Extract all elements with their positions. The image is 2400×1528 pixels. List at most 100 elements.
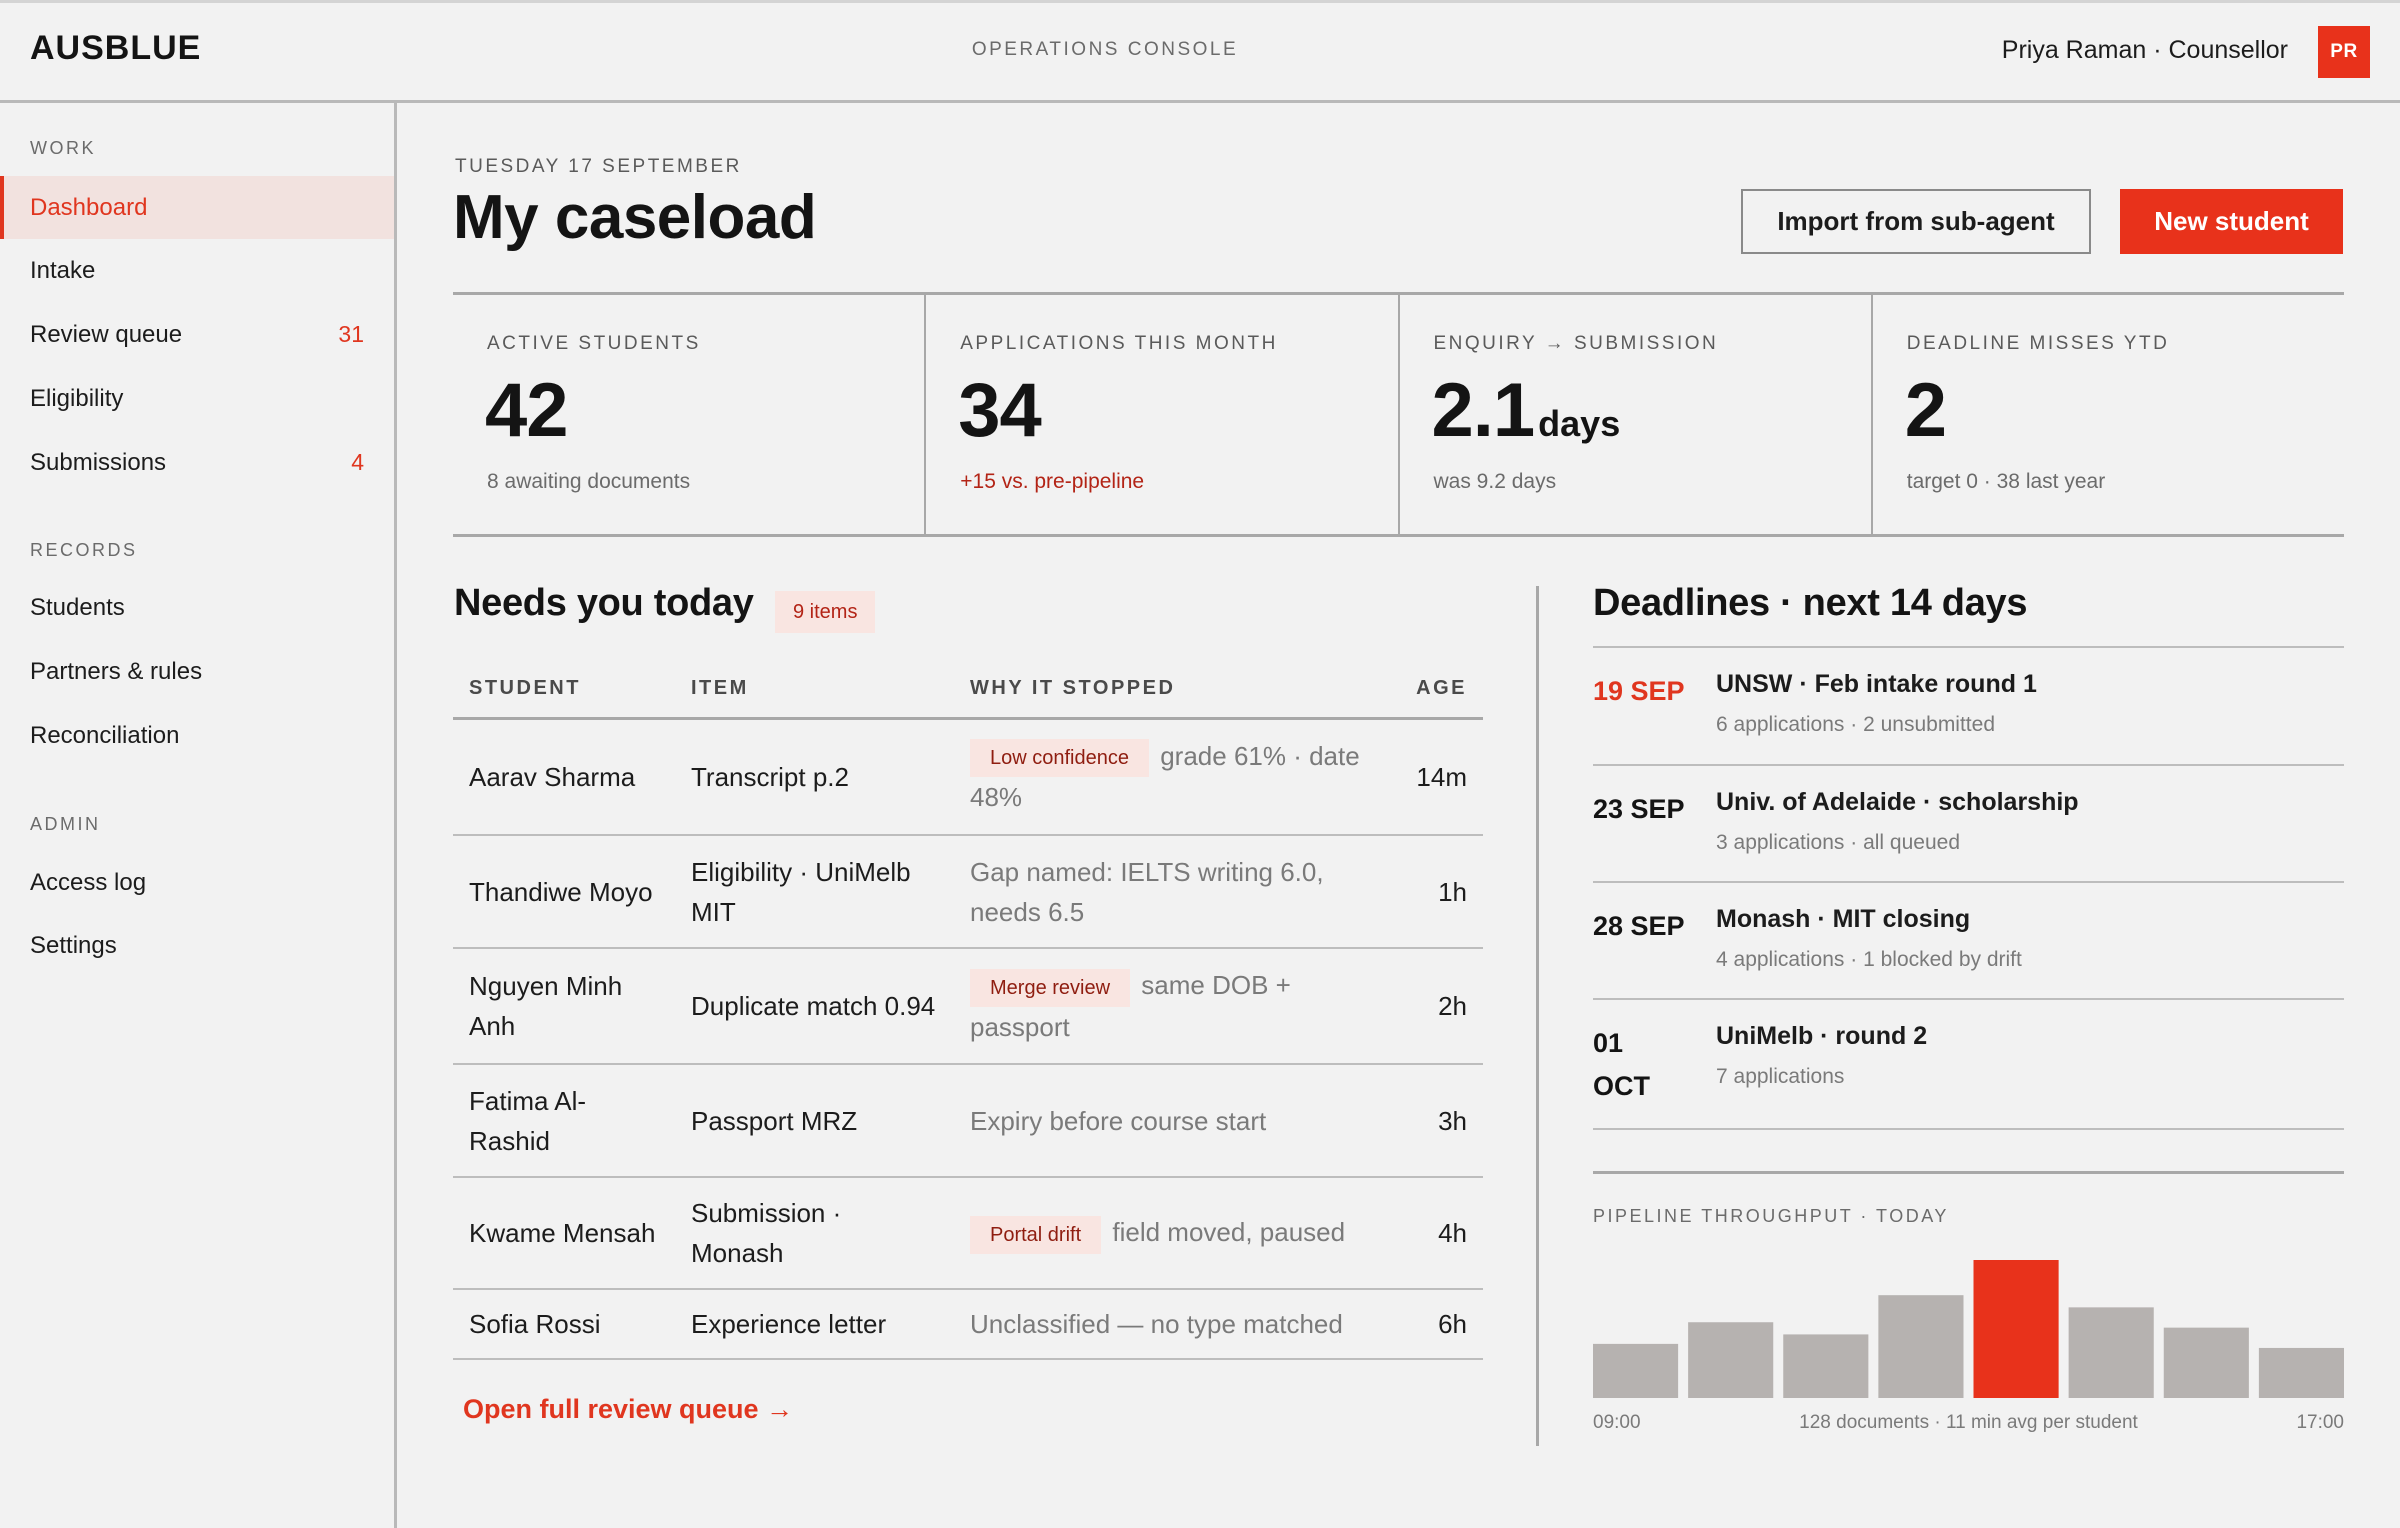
deadline-name: Univ. of Adelaide · scholarship — [1716, 788, 2079, 816]
status-tag: Low confidence — [970, 739, 1149, 778]
throughput-end-time: 17:00 — [2296, 1412, 2344, 1433]
kpi-applications-this-month: APPLICATIONS THIS MONTH 34 +15 vs. pre-p… — [926, 295, 1400, 534]
kpi-value: 2.1 days — [1431, 368, 1621, 453]
kpi-sub: +15 vs. pre-pipeline — [960, 470, 1145, 493]
deadline-meta: 3 applications · all queued — [1716, 831, 1961, 854]
throughput-label: PIPELINE THROUGHPUT · TODAY — [1593, 1206, 1949, 1226]
deadline-name: UNSW · Feb intake round 1 — [1716, 670, 2037, 698]
table-row[interactable]: Fatima Al-Rashid Passport MRZ Expiry bef… — [453, 1064, 1483, 1178]
column-header-student[interactable]: STUDENT — [453, 660, 675, 720]
sidebar-item-label: Intake — [30, 256, 96, 284]
sidebar-item-eligibility[interactable]: Eligibility — [0, 367, 394, 430]
status-tag: Portal drift — [970, 1215, 1102, 1254]
student-cell: Sofia Rossi — [453, 1289, 675, 1360]
kpi-value: 34 — [958, 368, 1042, 453]
table-row[interactable]: Aarav Sharma Transcript p.2 Low confiden… — [453, 718, 1483, 836]
age-cell: 6h — [1400, 1289, 1483, 1360]
why-cell: Low confidence grade 61% · date 48% — [954, 718, 1400, 836]
column-header-age[interactable]: AGE — [1400, 660, 1483, 720]
deadline-item[interactable]: 23 SEP Univ. of Adelaide · scholarship 3… — [1593, 766, 2344, 883]
page-title: My caseload — [453, 183, 817, 252]
item-cell: Eligibility · UniMelb MIT — [675, 835, 954, 949]
sidebar-item-submissions[interactable]: Submissions 4 — [0, 431, 394, 494]
table-row[interactable]: Nguyen Minh Anh Duplicate match 0.94 Mer… — [453, 948, 1483, 1065]
sidebar-item-settings[interactable]: Settings — [0, 914, 394, 977]
avatar[interactable]: PR — [2318, 26, 2370, 78]
table-row[interactable]: Kwame Mensah Submission · Monash Portal … — [453, 1177, 1483, 1290]
age-cell: 14m — [1400, 718, 1483, 836]
import-from-sub-agent-button[interactable]: Import from sub-agent — [1741, 189, 2091, 254]
table-row[interactable]: Thandiwe Moyo Eligibility · UniMelb MIT … — [453, 835, 1483, 949]
age-cell: 3h — [1400, 1064, 1483, 1178]
sidebar-item-access-log[interactable]: Access log — [0, 851, 394, 914]
why-cell: Expiry before course start — [954, 1064, 1400, 1178]
sidebar-item-partners-rules[interactable]: Partners & rules — [0, 640, 394, 703]
deadline-item[interactable]: 28 SEP Monash · MIT closing 4 applicatio… — [1593, 883, 2344, 1000]
column-divider — [1536, 586, 1539, 1446]
new-student-button[interactable]: New student — [2120, 189, 2343, 254]
sidebar-item-label: Students — [30, 593, 125, 621]
throughput-divider — [1593, 1171, 2344, 1174]
deadline-item[interactable]: 01 OCT UniMelb · round 2 7 applications — [1593, 1000, 2344, 1130]
sidebar-item-label: Settings — [30, 931, 117, 959]
kpi-label: ACTIVE STUDENTS — [487, 333, 701, 354]
nav-section-work: WORK — [30, 138, 96, 158]
why-cell: Unclassified — no type matched — [954, 1289, 1400, 1360]
console-label: OPERATIONS CONSOLE — [971, 39, 1239, 60]
open-review-queue-link[interactable]: Open full review queue → — [463, 1394, 793, 1425]
item-cell: Submission · Monash — [675, 1177, 954, 1290]
sidebar-item-review-queue[interactable]: Review queue 31 — [0, 303, 394, 366]
review-queue-count: 31 — [338, 321, 364, 347]
sidebar-item-intake[interactable]: Intake — [0, 239, 394, 302]
sidebar: WORK Dashboard Intake Review queue 31 El… — [0, 103, 397, 1528]
throughput-bar — [2068, 1307, 2154, 1398]
submissions-count: 4 — [351, 449, 364, 475]
deadline-item[interactable]: 19 SEP UNSW · Feb intake round 1 6 appli… — [1593, 648, 2344, 766]
table-row[interactable]: Sofia Rossi Experience letter Unclassifi… — [453, 1289, 1483, 1360]
sidebar-item-label: Eligibility — [30, 384, 124, 412]
kpi-active-students: ACTIVE STUDENTS 42 8 awaiting documents — [453, 295, 927, 534]
kpi-row: ACTIVE STUDENTS 42 8 awaiting documents … — [453, 292, 2344, 537]
kpi-sub: 8 awaiting documents — [487, 470, 691, 493]
kpi-label: ENQUIRY → SUBMISSION — [1433, 333, 1719, 354]
deadline-date: 19 SEP — [1593, 676, 1685, 706]
sidebar-item-label: Review queue — [30, 320, 183, 348]
throughput-bar — [2258, 1347, 2344, 1398]
deadlines-title: Deadlines · next 14 days — [1593, 582, 2028, 624]
sidebar-item-students[interactable]: Students — [0, 576, 394, 639]
deadline-date: 23 SEP — [1593, 794, 1685, 824]
deadline-meta: 6 applications · 2 unsubmitted — [1716, 713, 1995, 736]
sidebar-item-label: Access log — [30, 868, 147, 896]
sidebar-item-dashboard[interactable]: Dashboard — [0, 176, 394, 239]
kpi-label: DEADLINE MISSES YTD — [1906, 333, 2170, 354]
needs-count-badge: 9 items — [775, 591, 876, 633]
deadlines-list: 19 SEP UNSW · Feb intake round 1 6 appli… — [1593, 646, 2344, 1130]
age-cell: 4h — [1400, 1177, 1483, 1290]
kpi-unit: days — [1538, 403, 1621, 444]
throughput-chart — [1593, 1260, 2344, 1398]
top-bar: AUSBLUE OPERATIONS CONSOLE Priya Raman ·… — [0, 0, 2400, 103]
needs-table: STUDENT ITEM WHY IT STOPPED AGE Aarav Sh… — [453, 660, 1483, 1360]
kpi-value: 42 — [485, 368, 569, 453]
user-name[interactable]: Priya Raman · Counsellor — [2002, 36, 2288, 65]
kpi-label: APPLICATIONS THIS MONTH — [960, 333, 1278, 354]
kpi-sub: was 9.2 days — [1433, 470, 1557, 493]
sidebar-item-label: Dashboard — [30, 193, 148, 221]
kpi-deadline-misses: DEADLINE MISSES YTD 2 target 0 · 38 last… — [1873, 295, 2344, 534]
sidebar-item-reconciliation[interactable]: Reconciliation — [0, 704, 394, 767]
deadline-meta: 4 applications · 1 blocked by drift — [1716, 948, 2022, 971]
kpi-value: 2 — [1904, 368, 1947, 453]
throughput-bar — [1593, 1343, 1679, 1398]
column-header-item[interactable]: ITEM — [675, 660, 954, 720]
deadline-date: 01 OCT — [1593, 1028, 1650, 1101]
kpi-enquiry-to-submission: ENQUIRY → SUBMISSION 2.1 days was 9.2 day… — [1400, 295, 1873, 534]
student-cell: Nguyen Minh Anh — [453, 948, 675, 1065]
status-tag: Merge review — [970, 968, 1131, 1007]
age-cell: 2h — [1400, 948, 1483, 1065]
column-header-why[interactable]: WHY IT STOPPED — [954, 660, 1400, 720]
student-cell: Aarav Sharma — [453, 718, 675, 836]
age-cell: 1h — [1400, 835, 1483, 949]
nav-section-admin: ADMIN — [30, 814, 101, 834]
deadline-meta: 7 applications — [1716, 1065, 1845, 1088]
deadline-date: 28 SEP — [1593, 911, 1685, 941]
